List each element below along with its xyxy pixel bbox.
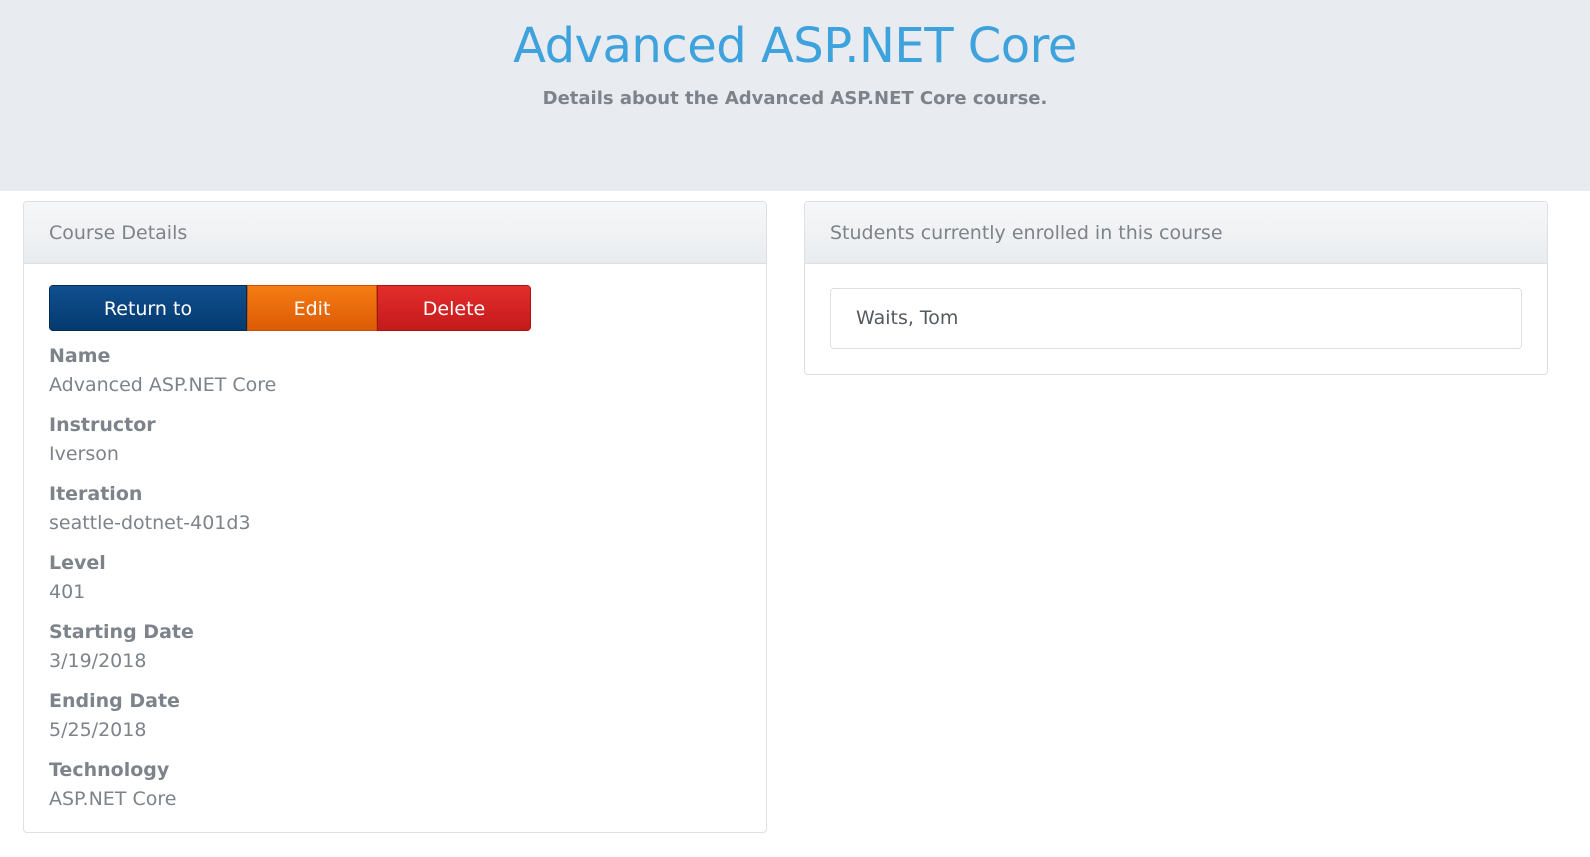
field-value-ending-date: 5/25/2018	[49, 719, 147, 741]
page-title: Advanced ASP.NET Core	[513, 18, 1077, 74]
enrolled-students-panel: Students currently enrolled in this cour…	[804, 201, 1548, 375]
field-label-ending-date: Ending Date	[49, 690, 180, 712]
field-label-level: Level	[49, 552, 106, 574]
field-label-name: Name	[49, 345, 111, 367]
field-label-iteration: Iteration	[49, 483, 143, 505]
student-list-item[interactable]: Waits, Tom	[830, 288, 1522, 349]
delete-course-button[interactable]: Delete Course	[377, 285, 531, 331]
course-details-panel: Course Details Return to Overview Edit C…	[23, 201, 767, 833]
course-field-list: Name Advanced ASP.NET Core Instructor Iv…	[49, 342, 739, 825]
return-to-overview-button[interactable]: Return to Overview	[49, 285, 247, 331]
field-value-level: 401	[49, 581, 86, 603]
page-subtitle: Details about the Advanced ASP.NET Core …	[542, 88, 1048, 109]
enrolled-students-heading: Students currently enrolled in this cour…	[805, 202, 1547, 264]
field-value-name: Advanced ASP.NET Core	[49, 374, 277, 396]
field-label-instructor: Instructor	[49, 414, 156, 436]
edit-course-button[interactable]: Edit Course	[247, 285, 377, 331]
field-label-technology: Technology	[49, 759, 170, 781]
field-value-iteration: seattle-dotnet-401d3	[49, 512, 251, 534]
page-header: Advanced ASP.NET Core Details about the …	[0, 0, 1590, 191]
field-label-starting-date: Starting Date	[49, 621, 194, 643]
course-actions: Return to Overview Edit Course Delete Co…	[49, 285, 531, 331]
field-value-instructor: Iverson	[49, 443, 119, 465]
field-value-technology: ASP.NET Core	[49, 788, 177, 810]
course-details-heading: Course Details	[24, 202, 766, 264]
field-value-starting-date: 3/19/2018	[49, 650, 147, 672]
